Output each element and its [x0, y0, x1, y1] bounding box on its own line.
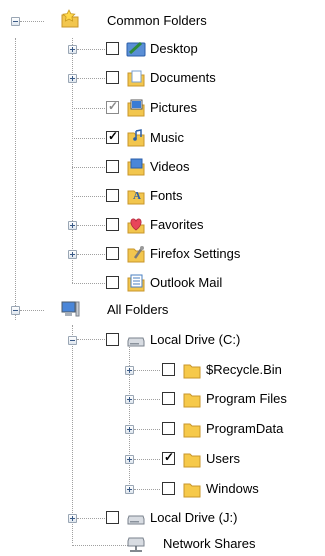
expand-toggle[interactable]: [68, 514, 77, 523]
tree-node-favorites[interactable]: Favorites: [0, 213, 325, 237]
checkbox-checked[interactable]: ✓: [106, 99, 119, 114]
music-folder-icon: [127, 129, 145, 147]
checkbox[interactable]: [162, 482, 175, 495]
node-label: ProgramData: [206, 421, 284, 436]
tree-node-videos[interactable]: Videos: [0, 155, 325, 179]
expand-toggle[interactable]: [125, 395, 134, 404]
node-label: Firefox Settings: [150, 246, 241, 261]
node-label: All Folders: [107, 302, 169, 317]
node-label: Local Drive (C:): [150, 332, 241, 347]
tree-node-programdata[interactable]: ProgramData: [0, 417, 325, 441]
favorites-heart-icon: [127, 218, 145, 234]
node-label: Common Folders: [107, 13, 207, 28]
checkbox[interactable]: [162, 422, 175, 435]
common-folders-icon: [61, 9, 79, 28]
checkbox[interactable]: [106, 71, 119, 84]
checkbox[interactable]: [106, 189, 119, 202]
tree-node-desktop[interactable]: Desktop: [0, 37, 325, 61]
node-label: Windows: [206, 481, 259, 496]
checkbox[interactable]: [106, 276, 119, 289]
hard-drive-icon: [127, 515, 145, 525]
node-label: Network Shares: [163, 536, 256, 551]
checkbox[interactable]: [162, 363, 175, 376]
node-label: Fonts: [150, 188, 183, 203]
node-label: Local Drive (J:): [150, 510, 238, 525]
expand-toggle[interactable]: [68, 45, 77, 54]
checkbox-checked[interactable]: ✓: [162, 450, 175, 465]
tree-node-all-folders[interactable]: All Folders: [0, 298, 325, 322]
node-label: Desktop: [150, 41, 198, 56]
svg-text:A: A: [133, 190, 141, 202]
tree-node-fonts[interactable]: A Fonts: [0, 184, 325, 208]
expand-toggle[interactable]: [68, 221, 77, 230]
expand-toggle[interactable]: [125, 425, 134, 434]
node-label: Users: [206, 451, 240, 466]
collapse-toggle[interactable]: [68, 336, 77, 345]
documents-folder-icon: [127, 70, 145, 87]
pictures-folder-icon: [127, 99, 145, 117]
collapse-toggle[interactable]: [11, 306, 20, 315]
tree-node-local-drive-j[interactable]: Local Drive (J:): [0, 506, 325, 530]
node-label: Videos: [150, 159, 190, 174]
node-label: Outlook Mail: [150, 275, 223, 290]
fonts-folder-icon: A: [127, 190, 145, 205]
node-label: Pictures: [150, 100, 197, 115]
folder-icon: [183, 483, 201, 498]
folder-icon: [183, 453, 201, 468]
checkbox[interactable]: [106, 511, 119, 524]
folder-icon: [183, 393, 201, 408]
tree-node-firefox-settings[interactable]: Firefox Settings: [0, 242, 325, 266]
computer-icon: [61, 301, 80, 317]
checkbox-checked[interactable]: ✓: [106, 129, 119, 144]
expand-toggle[interactable]: [68, 250, 77, 259]
node-label: Program Files: [206, 391, 287, 406]
expand-toggle[interactable]: [125, 485, 134, 494]
collapse-toggle[interactable]: [11, 17, 20, 26]
checkbox[interactable]: [106, 218, 119, 231]
tree-node-common-folders[interactable]: Common Folders: [0, 9, 325, 33]
checkbox[interactable]: [106, 160, 119, 173]
node-label: Music: [150, 130, 184, 145]
expand-toggle[interactable]: [125, 366, 134, 375]
folder-icon: [183, 364, 201, 379]
checkbox[interactable]: [162, 392, 175, 405]
folder-icon: [183, 423, 201, 438]
expand-toggle[interactable]: [68, 74, 77, 83]
expand-toggle[interactable]: [125, 455, 134, 464]
node-label: Favorites: [150, 217, 204, 232]
network-drive-icon: [127, 537, 145, 552]
videos-folder-icon: [127, 158, 145, 176]
settings-folder-icon: [127, 246, 145, 263]
tree-node-recycle-bin[interactable]: $Recycle.Bin: [0, 358, 325, 382]
tree-node-outlook-mail[interactable]: Outlook Mail: [0, 271, 325, 295]
mail-folder-icon: [127, 274, 145, 292]
tree-node-program-files[interactable]: Program Files: [0, 387, 325, 411]
checkbox[interactable]: [106, 42, 119, 55]
node-label: $Recycle.Bin: [206, 362, 282, 377]
checkbox[interactable]: [106, 247, 119, 260]
desktop-icon: [126, 41, 146, 57]
hard-drive-icon: [127, 337, 145, 347]
tree-node-local-drive-c[interactable]: Local Drive (C:): [0, 328, 325, 352]
tree-node-network-shares[interactable]: Network Shares: [0, 532, 325, 556]
tree-node-documents[interactable]: Documents: [0, 66, 325, 90]
tree-node-windows[interactable]: Windows: [0, 477, 325, 501]
checkbox[interactable]: [106, 333, 119, 346]
tree-node-pictures[interactable]: ✓ Pictures: [0, 96, 325, 120]
tree-node-music[interactable]: ✓ Music: [0, 126, 325, 150]
node-label: Documents: [150, 70, 216, 85]
tree-node-users[interactable]: ✓ Users: [0, 447, 325, 471]
